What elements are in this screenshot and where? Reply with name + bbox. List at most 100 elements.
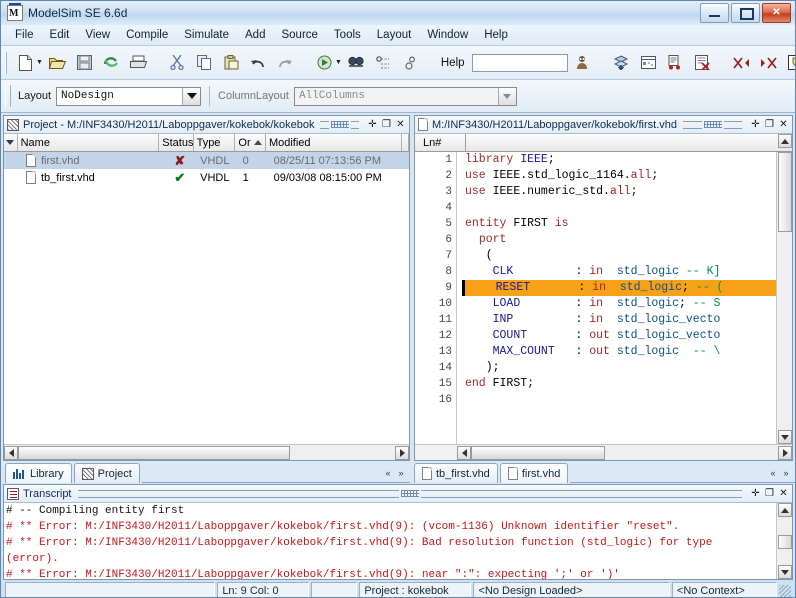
source-hscroll-track[interactable] [471, 445, 778, 460]
code-line[interactable]: library IEEE; [465, 152, 776, 168]
toolbar-grip[interactable] [5, 51, 7, 74]
find-button[interactable] [344, 50, 369, 75]
copy-button[interactable] [192, 50, 217, 75]
compile-order-button[interactable] [663, 50, 688, 75]
column-header-order[interactable]: Or [235, 134, 266, 151]
titlebar-grip-dots[interactable] [400, 490, 419, 497]
layout-toolbar-grip[interactable] [5, 85, 11, 107]
code-line[interactable]: INP : in std_logic_vecto [465, 312, 776, 328]
table-row[interactable]: tb_first.vhd ✔ VHDL 1 09/03/08 08:15:00 … [4, 169, 409, 186]
resize-grip[interactable] [779, 584, 791, 597]
menu-help[interactable]: Help [476, 27, 516, 43]
code-line[interactable]: LOAD : in std_logic; -- S [465, 296, 776, 312]
scroll-right-button[interactable] [395, 445, 409, 460]
help-search-button[interactable] [570, 50, 595, 75]
menu-window[interactable]: Window [419, 27, 476, 43]
compile-button[interactable] [312, 50, 337, 75]
tab-scroll-left-button[interactable]: « [382, 466, 394, 480]
source-scroll-down-button[interactable] [777, 430, 792, 444]
source-hscroll-thumb[interactable] [471, 445, 605, 460]
help-input[interactable] [471, 53, 568, 72]
menu-add[interactable]: Add [237, 27, 273, 43]
code-line[interactable]: MAX_COUNT : out std_logic -- \ [465, 344, 776, 360]
table-row[interactable]: first.vhd ✘ VHDL 0 08/25/11 07:13:56 PM [4, 152, 409, 169]
break-right-button[interactable] [756, 50, 781, 75]
paste-button[interactable] [219, 50, 244, 75]
column-filter-button[interactable] [4, 134, 18, 151]
source-scroll-left-button[interactable] [457, 445, 471, 460]
column-header-modified[interactable]: Modified [266, 134, 402, 151]
source-vertical-scrollbar[interactable] [776, 152, 792, 444]
source-horizontal-scrollbar[interactable] [415, 444, 792, 460]
layout-combo-arrow[interactable] [182, 87, 201, 105]
tab-tb-first-vhd[interactable]: tb_first.vhd [414, 463, 498, 483]
source-editor[interactable]: 1 2 3 4 5 6 7 8 9 10 11 12 13 14 15 16 library IEEE; use… [415, 152, 792, 444]
project-pane-close-button[interactable]: ✕ [394, 118, 407, 131]
scroll-left-button[interactable] [4, 445, 18, 460]
save-button[interactable] [72, 50, 97, 75]
source-vscroll-thumb[interactable] [777, 152, 792, 232]
tab-scroll-left-button[interactable]: « [767, 466, 779, 480]
transcript-vscroll-track[interactable] [777, 517, 792, 565]
compile-cancel-button[interactable] [690, 50, 715, 75]
columnlayout-combo[interactable]: AllColumns [293, 86, 517, 106]
open-folder-button[interactable] [45, 50, 70, 75]
code-line[interactable]: COUNT : out std_logic_vecto [465, 328, 776, 344]
transcript-vscroll-thumb[interactable] [777, 535, 792, 549]
transcript-undock-button[interactable]: ✛ [749, 487, 762, 500]
project-pane-undock-button[interactable]: ✛ [366, 118, 379, 131]
transcript-maximize-button[interactable]: ❐ [763, 487, 776, 500]
source-scroll-right-button[interactable] [778, 445, 792, 460]
project-hscroll-thumb[interactable] [18, 445, 290, 460]
transcript-scroll-down-button[interactable] [777, 565, 792, 579]
source-pane-maximize-button[interactable]: ❐ [763, 118, 776, 131]
transcript-close-button[interactable]: ✕ [777, 487, 790, 500]
redo-button[interactable] [273, 50, 298, 75]
titlebar-grip-dots[interactable] [703, 121, 722, 128]
print-button[interactable] [126, 50, 151, 75]
simulate-button[interactable] [636, 50, 661, 75]
column-header-status[interactable]: Status [159, 134, 194, 151]
transcript-text[interactable]: # -- Compiling entity first # ** Error: M… [4, 503, 776, 579]
code-line[interactable]: use IEEE.numeric_std.all; [465, 184, 776, 200]
layout-combo[interactable]: NoDesign [56, 86, 202, 106]
source-scroll-up-button[interactable] [778, 134, 792, 148]
menu-source[interactable]: Source [273, 27, 325, 43]
column-header-extra[interactable] [402, 134, 409, 151]
code-line[interactable]: ( [465, 248, 776, 264]
menu-simulate[interactable]: Simulate [176, 27, 237, 43]
source-vscroll-track[interactable] [777, 152, 792, 430]
new-file-dropdown[interactable]: ▼ [36, 59, 43, 66]
new-file-button[interactable] [13, 50, 38, 75]
code-line[interactable] [465, 200, 776, 216]
compile-all-button[interactable] [609, 50, 634, 75]
code-line-highlighted[interactable]: RESET : in std_logic; -- ( [462, 280, 776, 296]
columnlayout-combo-arrow[interactable] [497, 87, 516, 105]
close-button[interactable]: ✕ [762, 3, 791, 23]
new-source-button[interactable] [783, 50, 795, 75]
code-line[interactable]: ); [465, 360, 776, 376]
maximize-button[interactable] [731, 3, 760, 23]
titlebar-grip-dots[interactable] [330, 121, 349, 128]
source-code-text[interactable]: library IEEE; use IEEE.std_logic_1164.all… [457, 152, 776, 444]
transcript-body[interactable]: # -- Compiling entity first # ** Error: M… [4, 503, 792, 579]
code-line[interactable] [465, 392, 776, 408]
menu-edit[interactable]: Edit [42, 27, 78, 43]
project-hscroll-track[interactable] [18, 445, 395, 460]
break-left-button[interactable] [729, 50, 754, 75]
tab-project[interactable]: Project [73, 463, 140, 483]
tab-first-vhd[interactable]: first.vhd [499, 463, 569, 483]
undo-button[interactable] [246, 50, 271, 75]
tab-library[interactable]: Library [5, 463, 72, 483]
menu-tools[interactable]: Tools [326, 27, 369, 43]
menu-compile[interactable]: Compile [118, 27, 176, 43]
project-pane-maximize-button[interactable]: ❐ [380, 118, 393, 131]
project-horizontal-scrollbar[interactable] [4, 444, 409, 460]
reload-button[interactable] [99, 50, 124, 75]
menu-view[interactable]: View [77, 27, 118, 43]
source-pane-undock-button[interactable]: ✛ [749, 118, 762, 131]
code-line[interactable]: entity FIRST is [465, 216, 776, 232]
column-header-name[interactable]: Name [18, 134, 160, 151]
column-header-type[interactable]: Type [194, 134, 236, 151]
project-file-list[interactable]: first.vhd ✘ VHDL 0 08/25/11 07:13:56 PM … [4, 152, 409, 444]
